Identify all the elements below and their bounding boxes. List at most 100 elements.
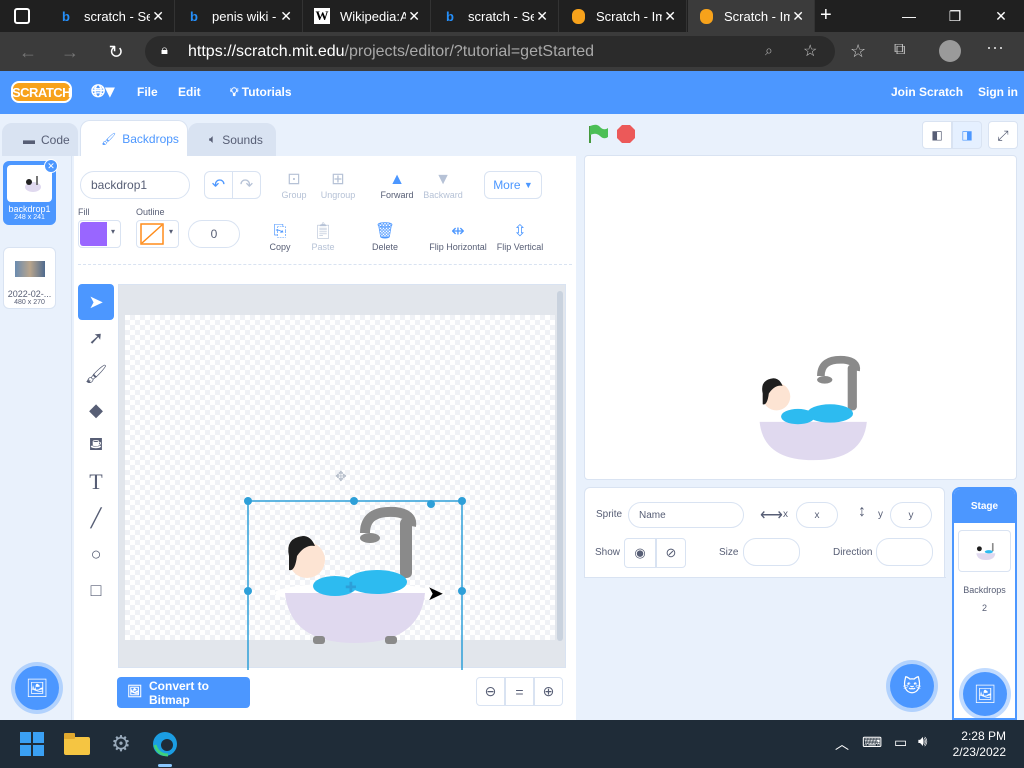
delete-button[interactable]: 🗑︎ Delete <box>355 222 415 252</box>
volume-icon[interactable]: 🔊︎ <box>918 733 927 750</box>
collections-icon[interactable]: ⧉ <box>894 41 905 59</box>
costume-name-input[interactable]: backdrop1 <box>80 171 190 199</box>
canvas-scrollbar[interactable] <box>557 291 563 641</box>
minimize-icon[interactable]: — <box>886 0 932 32</box>
browser-tab[interactable]: b penis wiki - ✕ <box>176 0 303 32</box>
close-tab-icon[interactable]: ✕ <box>664 8 676 25</box>
select-tool[interactable]: ➤ <box>78 284 114 320</box>
tab-actions-icon[interactable] <box>14 8 30 24</box>
zoom-reset-button[interactable]: = <box>505 677 534 706</box>
tab-backdrops[interactable]: 🖌︎ Backdrops <box>80 120 188 157</box>
backward-button[interactable]: ▼ Backward <box>413 170 473 200</box>
outline-color-picker[interactable]: ▾ <box>136 220 179 248</box>
selection-handle[interactable] <box>244 587 252 595</box>
brush-tool[interactable]: 🖌︎ <box>78 356 114 392</box>
language-globe-icon[interactable]: 🌐︎▾ <box>91 81 114 102</box>
fill-color-picker[interactable]: ▾ <box>78 220 121 248</box>
reshape-tool[interactable]: ➚ <box>78 320 114 356</box>
delete-backdrop-icon[interactable]: ✕ <box>44 159 58 173</box>
tutorials-menu[interactable]: 💡︎ Tutorials <box>230 85 292 100</box>
stage-canvas[interactable] <box>584 155 1017 480</box>
choose-backdrop-stage-button[interactable]: 🖼︎ <box>963 672 1007 716</box>
file-menu[interactable]: File <box>137 85 158 99</box>
browser-tab-active[interactable]: Scratch - Im ✕ <box>688 0 815 32</box>
sprite-list-area[interactable]: 🐱︎ <box>584 578 945 720</box>
choose-sprite-button[interactable]: 🐱︎ <box>890 664 934 708</box>
network-icon[interactable]: ▭ <box>894 734 907 751</box>
chevron-up-icon[interactable]: ︿ <box>835 734 849 754</box>
selection-handle[interactable] <box>350 497 358 505</box>
line-tool[interactable]: ╱ <box>78 500 114 536</box>
selection-handle[interactable] <box>244 497 252 505</box>
add-favorite-icon[interactable]: ☆ <box>803 41 817 61</box>
y-position-input[interactable]: y <box>890 502 932 528</box>
ungroup-button[interactable]: ⊞ Ungroup <box>308 170 368 200</box>
small-stage-button[interactable]: ◧ <box>922 121 952 149</box>
show-hidden-button[interactable]: ⊘ <box>656 538 686 568</box>
scratch-logo[interactable]: SCRATCH <box>11 81 72 103</box>
stage-selector-pane[interactable]: Stage Backdrops 2 🖼︎ <box>952 487 1017 720</box>
move-center-icon[interactable]: ✚ <box>345 579 357 596</box>
size-input[interactable] <box>743 538 800 566</box>
show-visible-button[interactable]: ◉ <box>624 538 656 568</box>
selection-handle[interactable] <box>458 587 466 595</box>
windows-start-icon[interactable] <box>18 730 46 758</box>
selection-handle[interactable] <box>458 497 466 505</box>
tab-code[interactable]: ▬ Code <box>2 123 78 156</box>
choose-backdrop-button[interactable]: 🖼︎ <box>15 666 59 710</box>
undo-button[interactable]: ↶ <box>204 171 233 199</box>
close-tab-icon[interactable]: ✕ <box>152 8 164 25</box>
circle-tool[interactable]: ○ <box>78 536 114 572</box>
favorites-icon[interactable]: ☆ <box>850 41 866 62</box>
browser-tab[interactable]: Scratch - Im ✕ <box>560 0 687 32</box>
normal-stage-button[interactable]: ◨ <box>952 121 982 149</box>
file-explorer-icon[interactable] <box>63 730 91 758</box>
convert-to-bitmap-button[interactable]: 🖼︎ Convert to Bitmap <box>117 677 250 708</box>
backdrop-thumbnail[interactable]: 1 backdrop1 248 x 241 ✕ <box>3 159 58 225</box>
paste-button[interactable]: 📋︎ Paste <box>293 222 353 252</box>
direction-input[interactable] <box>876 538 933 566</box>
edge-browser-icon[interactable] <box>151 730 179 758</box>
browser-tab[interactable]: W Wikipedia:A ✕ <box>304 0 431 32</box>
rectangle-tool[interactable]: □ <box>78 572 114 608</box>
profile-avatar-icon[interactable] <box>939 40 961 62</box>
join-scratch-link[interactable]: Join Scratch <box>891 85 963 99</box>
close-tab-icon[interactable]: ✕ <box>408 8 420 25</box>
close-tab-icon[interactable]: ✕ <box>792 8 804 25</box>
flip-vertical-button[interactable]: ⇳ Flip Vertical <box>490 222 550 252</box>
back-icon[interactable]: ← <box>16 40 40 64</box>
close-window-icon[interactable]: ✕ <box>978 0 1024 32</box>
edit-menu[interactable]: Edit <box>178 85 201 99</box>
sprite-name-input[interactable]: Name <box>628 502 744 528</box>
sign-in-link[interactable]: Sign in <box>978 85 1018 99</box>
refresh-icon[interactable]: ↻ <box>104 40 128 64</box>
new-tab-icon[interactable]: + <box>820 4 832 27</box>
more-icon[interactable]: ⋯ <box>986 38 1004 59</box>
fill-tool[interactable]: ⛾ <box>78 428 114 464</box>
eraser-tool[interactable]: ◆ <box>78 392 114 428</box>
paint-canvas[interactable]: ✥ ✚ ➤ <box>118 284 566 670</box>
zoom-in-button[interactable]: ⊕ <box>534 677 563 706</box>
rotate-handle-icon[interactable]: ✥ <box>335 468 347 485</box>
keyboard-icon[interactable]: ⌨︎ <box>862 734 882 751</box>
redo-button[interactable]: ↷ <box>232 171 261 199</box>
more-button[interactable]: More ▼ <box>484 171 542 199</box>
x-position-input[interactable]: x <box>796 502 838 528</box>
settings-icon[interactable]: ⚙︎ <box>107 730 135 758</box>
stage-thumbnail[interactable] <box>958 530 1011 572</box>
forward-icon[interactable]: → <box>58 40 82 64</box>
restore-icon[interactable]: ❐ <box>932 0 978 32</box>
tab-sounds[interactable]: 🔈︎ Sounds <box>188 123 276 156</box>
close-tab-icon[interactable]: ✕ <box>280 8 292 25</box>
zoom-icon[interactable]: ⌕ <box>765 42 773 59</box>
text-tool[interactable]: T <box>78 464 114 500</box>
url-field[interactable]: 🔒︎ https://scratch.mit.edu/projects/edit… <box>145 36 835 67</box>
flip-horizontal-button[interactable]: ⇹ Flip Horizontal <box>427 222 489 252</box>
zoom-out-button[interactable]: ⊖ <box>476 677 505 706</box>
browser-tab[interactable]: b scratch - Se ✕ <box>432 0 559 32</box>
fullscreen-button[interactable]: ⤢ <box>988 121 1018 149</box>
close-tab-icon[interactable]: ✕ <box>536 8 548 25</box>
outline-width-input[interactable]: 0 <box>188 220 240 248</box>
green-flag-icon[interactable] <box>587 124 609 144</box>
browser-tab[interactable]: b scratch - Se ✕ <box>48 0 175 32</box>
